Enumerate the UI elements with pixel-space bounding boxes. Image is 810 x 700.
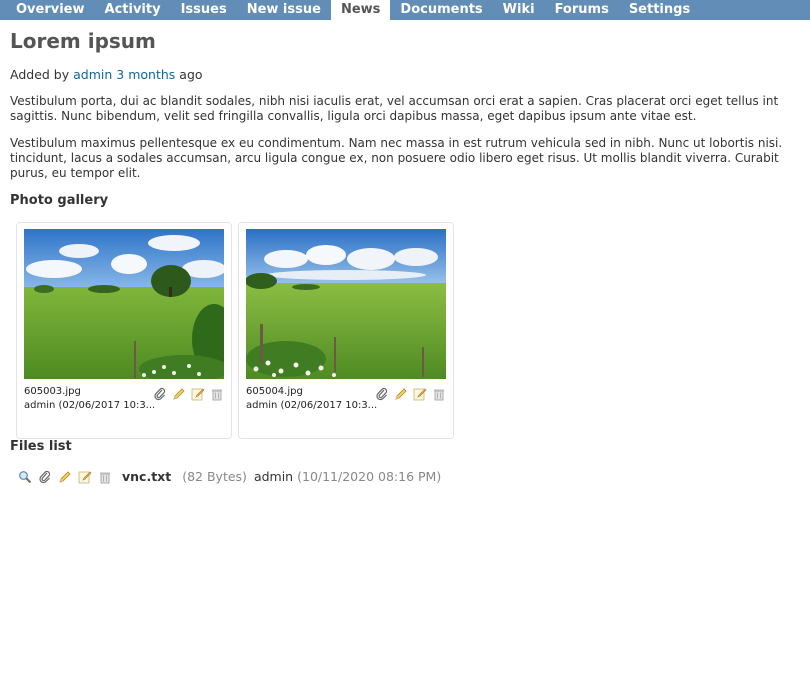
gallery-thumbnail[interactable] — [24, 229, 224, 379]
edit-note-icon[interactable] — [191, 387, 205, 401]
pencil-icon[interactable] — [58, 470, 72, 484]
gallery-actions — [375, 387, 446, 401]
news-title: Lorem ipsum — [10, 29, 156, 53]
trash-icon[interactable] — [98, 470, 112, 484]
news-description: Vestibulum porta, dui ac blandit sodales… — [10, 94, 810, 181]
paragraph-line: Vestibulum porta, dui ac blandit sodales… — [10, 94, 779, 108]
gallery-author: admin (02/06/2017 10:3... — [246, 400, 378, 411]
paperclip-icon[interactable] — [153, 387, 167, 401]
paperclip-icon[interactable] — [38, 470, 52, 484]
pencil-icon[interactable] — [172, 387, 186, 401]
gallery-item-meta: 605004.jpg admin (02/06/2017 10:3... — [246, 385, 446, 421]
tab-issues[interactable]: Issues — [171, 0, 237, 20]
paragraph-line: tincidunt, lacus a sodales accumsan, arc… — [10, 151, 779, 165]
news-content: Lorem ipsum Added by admin 3 months ago … — [10, 20, 810, 484]
gallery-item: 605004.jpg admin (02/06/2017 10:3... — [238, 222, 454, 439]
paragraph-line: sagittis. Nunc bibendum, velit sed fring… — [10, 109, 697, 123]
tab-forums[interactable]: Forums — [545, 0, 619, 20]
paragraph-line: Vestibulum maximus pellentesque ex eu co… — [10, 136, 783, 150]
trash-icon[interactable] — [432, 387, 446, 401]
magnifier-icon[interactable] — [18, 470, 32, 484]
tab-wiki[interactable]: Wiki — [493, 0, 545, 20]
gallery-author: admin (02/06/2017 10:3... — [24, 400, 156, 411]
tab-news[interactable]: News — [330, 0, 391, 20]
gallery-thumbnail[interactable] — [246, 229, 446, 379]
file-row: vnc.txt (82 Bytes) admin (10/11/2020 08:… — [18, 469, 810, 484]
tab-settings[interactable]: Settings — [619, 0, 700, 20]
news-paragraph-1: Vestibulum porta, dui ac blandit sodales… — [10, 94, 810, 124]
file-name-link[interactable]: vnc.txt — [122, 469, 171, 484]
paragraph-line: purus, eu tempor elit. — [10, 166, 141, 180]
news-author-line: Added by admin 3 months ago — [10, 67, 810, 83]
added-by-label: Added by — [10, 67, 70, 82]
pencil-icon[interactable] — [394, 387, 408, 401]
paperclip-icon[interactable] — [375, 387, 389, 401]
landscape-photo — [24, 229, 224, 379]
age-link[interactable]: 3 months — [116, 67, 175, 82]
file-author: admin — [253, 469, 294, 484]
main-menu-list: Overview Activity Issues New issue News … — [0, 0, 810, 20]
file-size: (82 Bytes) — [182, 469, 247, 484]
news-paragraph-2: Vestibulum maximus pellentesque ex eu co… — [10, 136, 810, 181]
gallery-actions — [153, 387, 224, 401]
tab-documents[interactable]: Documents — [390, 0, 492, 20]
author-link[interactable]: admin — [73, 67, 112, 82]
tab-new-issue[interactable]: New issue — [237, 0, 331, 20]
tab-overview[interactable]: Overview — [6, 0, 95, 20]
edit-note-icon[interactable] — [413, 387, 427, 401]
gallery-item-meta: 605003.jpg admin (02/06/2017 10:3... — [24, 385, 224, 421]
file-date: (10/11/2020 08:16 PM) — [297, 469, 442, 484]
file-actions — [18, 470, 112, 484]
main-menu: Overview Activity Issues New issue News … — [0, 0, 810, 20]
edit-note-icon[interactable] — [78, 470, 92, 484]
files-list-title: Files list — [10, 439, 72, 454]
gallery-item: 605003.jpg admin (02/06/2017 10:3... — [16, 222, 232, 439]
tab-activity[interactable]: Activity — [95, 0, 171, 20]
photo-gallery-title: Photo gallery — [10, 193, 109, 208]
age-suffix: ago — [179, 67, 203, 82]
landscape-photo — [246, 229, 446, 379]
photo-gallery: 605003.jpg admin (02/06/2017 10:3... 605… — [16, 222, 810, 439]
trash-icon[interactable] — [210, 387, 224, 401]
